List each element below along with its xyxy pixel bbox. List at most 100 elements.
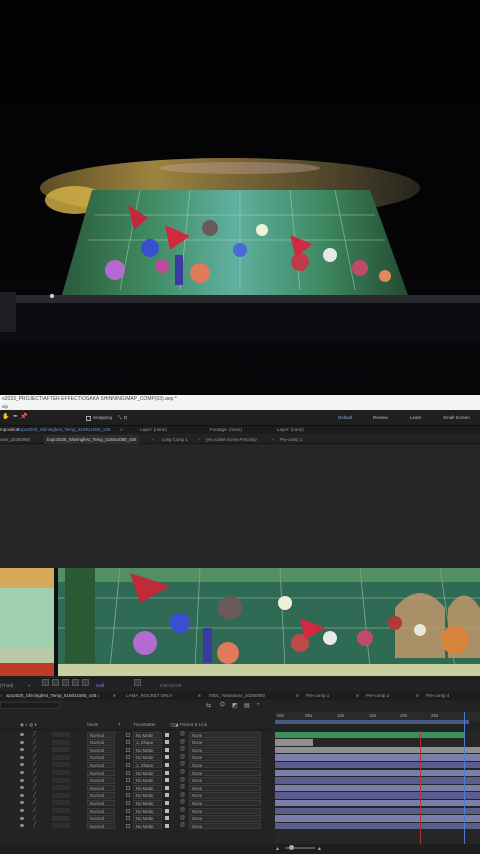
preserve-transparency-checkbox[interactable] [126, 762, 130, 767]
preserve-transparency-checkbox[interactable] [126, 808, 130, 813]
visibility-eye-icon[interactable] [20, 771, 24, 774]
track-matte-dropdown[interactable]: No Matte [133, 746, 162, 754]
visibility-eye-icon[interactable] [20, 801, 24, 805]
track-matte-dropdown[interactable]: 1. Shape [133, 761, 162, 769]
pen-tool-icon[interactable]: ✒ [12, 414, 19, 421]
workspace-default[interactable]: Default [338, 414, 352, 422]
parent-pickwhip-icon[interactable]: @ [180, 754, 185, 762]
visibility-eye-icon[interactable] [20, 733, 24, 736]
visibility-eye-icon[interactable] [20, 786, 24, 790]
layer-row[interactable]: ╱ Normal No Matte @ None [0, 746, 272, 754]
snapping-checkbox[interactable] [86, 415, 91, 421]
timeline-tab-close-icon[interactable]: ■ [416, 691, 419, 700]
parent-dropdown[interactable]: None [189, 777, 261, 784]
flow-item-5[interactable]: Pre-comp 1 [280, 435, 302, 444]
playhead[interactable] [464, 712, 465, 849]
blend-mode-dropdown[interactable]: Normal [87, 799, 115, 807]
preserve-transparency-checkbox[interactable] [126, 816, 130, 821]
visibility-eye-icon[interactable] [20, 755, 24, 759]
workspace-review[interactable]: Review [373, 414, 388, 422]
track-matte-dropdown[interactable]: No Matte [133, 731, 162, 738]
parent-dropdown[interactable]: None [189, 792, 261, 799]
matte-invert-toggle[interactable] [165, 800, 169, 805]
preserve-transparency-checkbox[interactable] [126, 770, 130, 775]
timeline-tab-precomp-4[interactable]: Pre-comp 4 [426, 691, 449, 700]
draft-3d-icon[interactable]: ⛭ [220, 702, 225, 709]
layer-label-swatch[interactable] [52, 808, 70, 813]
blend-mode-dropdown[interactable]: Normal [87, 769, 115, 776]
layer-duration-bar[interactable] [275, 784, 480, 792]
layer-row[interactable]: ╱ Normal No Matte @ None [0, 777, 272, 785]
frame-blending-icon[interactable]: ▤ [244, 702, 250, 709]
blend-mode-dropdown[interactable]: Normal [87, 777, 115, 784]
blend-mode-dropdown[interactable]: Normal [87, 815, 115, 822]
preserve-transparency-checkbox[interactable] [126, 793, 130, 798]
preserve-transparency-checkbox[interactable] [126, 740, 130, 745]
work-area-bar[interactable] [275, 720, 469, 724]
pin-tool-icon[interactable]: 📌 [20, 414, 27, 421]
footage-tab[interactable]: Footage: (none) [210, 426, 242, 434]
parent-pickwhip-icon[interactable]: @ [180, 792, 185, 800]
parent-dropdown[interactable]: None [189, 784, 261, 792]
parent-pickwhip-icon[interactable]: @ [180, 761, 185, 769]
blend-mode-dropdown[interactable]: Normal [87, 731, 115, 738]
layer-duration-bar[interactable] [275, 792, 480, 799]
track-matte-dropdown[interactable]: No Matte [133, 815, 162, 822]
layer-label-swatch[interactable] [52, 739, 70, 745]
parent-pickwhip-icon[interactable]: @ [180, 807, 185, 815]
parent-pickwhip-icon[interactable]: @ [180, 822, 185, 830]
parent-pickwhip-icon[interactable]: @ [180, 799, 185, 807]
layer-label-swatch[interactable] [52, 770, 70, 775]
parent-pickwhip-icon[interactable]: @ [180, 784, 185, 792]
matte-invert-toggle[interactable] [165, 770, 169, 775]
preserve-transparency-checkbox[interactable] [126, 732, 130, 737]
layer-label-swatch[interactable] [52, 823, 70, 829]
matte-invert-toggle[interactable] [165, 823, 169, 828]
timeline-tab-menu-icon[interactable]: ≡ [97, 691, 100, 700]
parent-dropdown[interactable]: None [189, 754, 261, 761]
parent-dropdown[interactable]: None [189, 739, 261, 746]
track-matte-dropdown[interactable]: 1. Shape [133, 739, 162, 746]
visibility-eye-icon[interactable] [20, 809, 24, 812]
matte-invert-toggle[interactable] [165, 755, 169, 760]
track-matte-dropdown[interactable]: No Matte [133, 807, 162, 814]
parent-dropdown[interactable]: None [189, 807, 261, 814]
layer-duration-bar[interactable] [275, 746, 480, 754]
layer-duration-bar[interactable] [275, 807, 480, 815]
parent-dropdown[interactable]: None [189, 822, 261, 830]
parent-dropdown[interactable]: None [189, 815, 261, 822]
parent-pickwhip-icon[interactable]: @ [180, 777, 185, 785]
layer-row[interactable]: ╱ Normal No Matte @ None [0, 807, 272, 815]
parent-dropdown[interactable]: None [189, 769, 261, 776]
parent-dropdown[interactable]: None [189, 761, 261, 769]
parent-column-header[interactable]: Parent & Link [180, 720, 207, 730]
layer-duration-bar[interactable] [275, 731, 465, 739]
timeline-zoom-knob[interactable] [289, 845, 294, 850]
channel-icon[interactable] [82, 679, 89, 686]
workspace-small-screen[interactable]: Small Screen [443, 414, 470, 422]
layer-label-swatch[interactable] [52, 815, 70, 821]
timeline-tab-yasinanno[interactable]: 0001_Yasinanno_20250900 [209, 691, 265, 700]
visibility-eye-icon[interactable] [20, 824, 24, 828]
snapping-toggle[interactable]: Snapping ⤡ ⊡ [86, 414, 127, 422]
blend-mode-dropdown[interactable]: Normal [87, 792, 115, 799]
snapshot-camera-icon[interactable] [134, 679, 141, 686]
visibility-eye-icon[interactable] [20, 793, 24, 797]
track-matte-dropdown[interactable]: No Matte [133, 784, 162, 792]
matte-invert-toggle[interactable] [165, 816, 169, 821]
layer-duration-bar[interactable] [275, 754, 480, 761]
track-matte-dropdown[interactable]: No Matte [133, 792, 162, 799]
timeline-tab-close-icon[interactable]: ■ [113, 691, 116, 700]
layer-duration-bar[interactable] [275, 761, 480, 769]
visibility-eye-icon[interactable] [20, 763, 24, 767]
shy-layers-icon[interactable]: ◩ [232, 702, 238, 709]
matte-invert-toggle[interactable] [165, 740, 169, 745]
preserve-transparency-checkbox[interactable] [126, 778, 130, 783]
blend-mode-dropdown[interactable]: Normal [87, 761, 115, 769]
matte-invert-toggle[interactable] [165, 785, 169, 790]
workspace-learn[interactable]: Learn [410, 414, 422, 422]
layer-tab[interactable]: Layer: (none) [140, 426, 167, 434]
layer-label-swatch[interactable] [52, 777, 70, 783]
parent-pickwhip-icon[interactable]: @ [180, 769, 185, 777]
parent-pickwhip-icon[interactable]: @ [180, 815, 185, 823]
